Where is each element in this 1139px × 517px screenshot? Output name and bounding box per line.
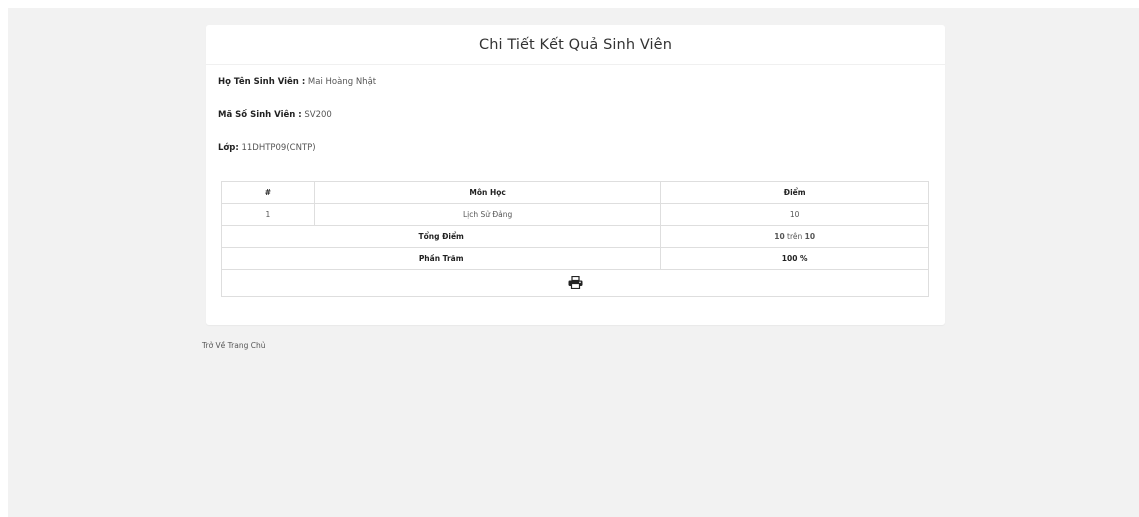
column-header-index: # [221,181,315,204]
back-home-link[interactable]: Trở Về Trang Chủ [202,341,265,350]
result-card: Chi Tiết Kết Quả Sinh Viên Họ Tên Sinh V… [206,25,945,325]
total-separator: trên [784,232,805,241]
card-header: Chi Tiết Kết Quả Sinh Viên [206,25,945,65]
student-class-label: Lớp: [218,143,239,153]
student-class-value: 11DHTP09(CNTP) [238,143,316,153]
print-icon[interactable] [568,275,583,291]
student-name-value: Mai Hoàng Nhật [305,77,377,87]
total-label: Tổng Điểm [220,225,662,248]
print-cell [221,269,929,297]
student-id-label: Mã Số Sinh Viên : [218,110,302,120]
column-header-subject: Môn Học [313,181,662,204]
table-header-row: # Môn Học Điểm [221,181,929,204]
page-background: Chi Tiết Kết Quả Sinh Viên Họ Tên Sinh V… [8,8,1139,517]
print-row [221,269,929,297]
total-max: 10 [804,232,816,241]
percent-row: Phần Trăm 100 % [220,247,929,270]
total-score: 10 [774,232,785,241]
row-index: 1 [221,203,315,226]
student-id-row: Mã Số Sinh Viên : SV200 [218,110,332,120]
student-name-label: Họ Tên Sinh Viên : [218,77,306,87]
table-row: 1 Lịch Sử Đảng 10 [221,203,929,226]
student-class-row: Lớp: 11DHTP09(CNTP) [218,143,316,153]
student-name-row: Họ Tên Sinh Viên : Mai Hoàng Nhật [218,77,376,87]
column-header-score: Điểm [660,181,929,204]
page-title: Chi Tiết Kết Quả Sinh Viên [479,36,672,53]
student-id-value: SV200 [301,110,332,120]
percent-label: Phần Trăm [220,247,662,270]
row-score: 10 [660,203,929,226]
results-table: # Môn Học Điểm 1 Lịch Sử Đảng 10 Tổng Đi… [220,181,929,297]
total-row: Tổng Điểm 10 trên 10 [220,225,929,248]
row-subject: Lịch Sử Đảng [313,203,662,226]
total-value: 10 trên 10 [660,225,929,248]
percent-value: 100 % [660,247,929,270]
